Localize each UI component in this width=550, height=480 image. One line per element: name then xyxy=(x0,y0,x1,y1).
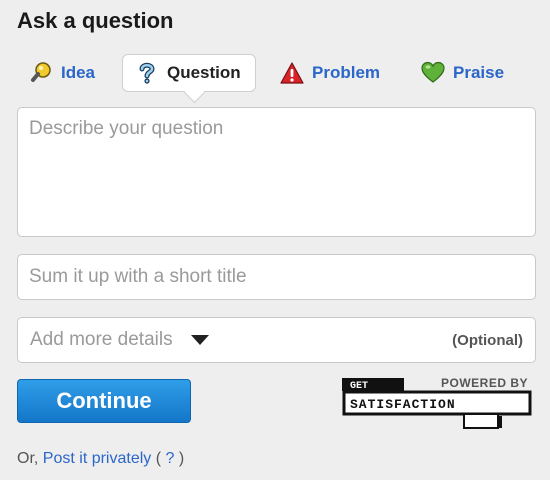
warning-triangle-icon xyxy=(280,61,304,85)
help-link[interactable]: ? xyxy=(166,450,175,467)
tab-praise-label: Praise xyxy=(453,63,505,82)
more-details-dropdown[interactable]: Add more details (Optional) xyxy=(17,317,536,363)
heart-icon xyxy=(421,61,445,85)
lightbulb-icon xyxy=(29,61,53,85)
footer-prefix: Or, xyxy=(17,450,39,467)
help-open-paren: ( xyxy=(155,450,162,467)
get-satisfaction-badge[interactable]: POWERED BY GET SATISFACTION xyxy=(342,376,538,432)
page-title: Ask a question xyxy=(17,8,174,33)
feedback-type-tabs: Idea Question Problem Praise xyxy=(17,52,537,96)
get-satisfaction-logo: GET SATISFACTION xyxy=(342,378,532,429)
post-privately-link[interactable]: Post it privately xyxy=(43,450,151,467)
footer: Or, Post it privately ( ? ) xyxy=(17,450,184,468)
optional-label: (Optional) xyxy=(452,331,523,349)
help-close-paren: ) xyxy=(178,450,185,467)
tab-problem-label: Problem xyxy=(312,63,381,82)
tab-question-label: Question xyxy=(167,63,241,82)
description-field[interactable] xyxy=(17,107,536,237)
logo-get-text: GET xyxy=(350,381,368,392)
more-details-label: Add more details xyxy=(30,329,173,350)
tab-praise[interactable]: Praise xyxy=(421,54,504,92)
question-mark-icon xyxy=(135,61,159,85)
tab-idea-label: Idea xyxy=(61,63,96,82)
tab-idea[interactable]: Idea xyxy=(29,54,95,92)
tab-problem[interactable]: Problem xyxy=(280,54,380,92)
tab-question[interactable]: Question xyxy=(122,54,256,92)
logo-satisfaction-text: SATISFACTION xyxy=(350,397,456,412)
continue-button[interactable]: Continue xyxy=(17,379,191,423)
caret-down-icon xyxy=(190,335,209,345)
title-field[interactable] xyxy=(17,254,536,300)
